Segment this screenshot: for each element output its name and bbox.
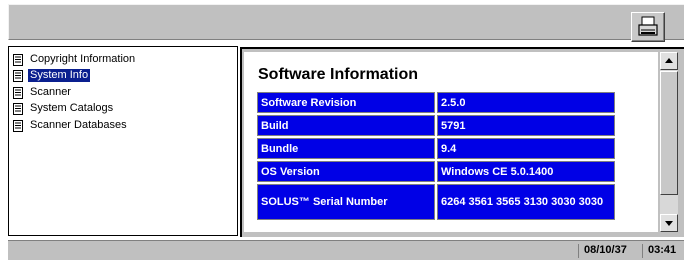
tree-item-scanner[interactable]: Scanner — [13, 86, 73, 99]
document-icon — [13, 69, 23, 82]
tree-item-copyright-information[interactable]: Copyright Information — [13, 53, 137, 66]
status-date: 08/10/37 — [584, 244, 627, 256]
software-info-table: Software Revision 2.5.0 Build 5791 Bundl… — [255, 90, 617, 222]
row-key: Software Revision — [257, 92, 435, 113]
table-row: Build 5791 — [257, 115, 615, 136]
status-separator — [578, 244, 579, 258]
tree-item-label: Scanner Databases — [30, 119, 127, 131]
status-time: 03:41 — [648, 244, 677, 256]
row-value: Windows CE 5.0.1400 — [437, 161, 615, 182]
printer-icon — [638, 16, 658, 36]
tree-item-label: System Catalogs — [30, 102, 114, 114]
section-title: Software Information — [258, 66, 419, 83]
vertical-scrollbar[interactable] — [660, 52, 678, 232]
tree-item-system-info[interactable]: System Info — [13, 69, 91, 82]
row-key: OS Version — [257, 161, 435, 182]
scroll-up-button[interactable] — [660, 52, 678, 70]
scroll-thumb[interactable] — [660, 71, 678, 195]
status-separator — [642, 244, 643, 258]
title-bar — [8, 4, 684, 42]
print-button[interactable] — [631, 12, 665, 42]
row-value: 5791 — [437, 115, 615, 136]
table-row: Bundle 9.4 — [257, 138, 615, 159]
arrow-up-icon — [665, 58, 673, 63]
document-icon — [13, 53, 23, 66]
table-row: Software Revision 2.5.0 — [257, 92, 615, 113]
row-key: SOLUS™ Serial Number — [257, 184, 435, 220]
document-icon — [13, 86, 23, 99]
row-key: Build — [257, 115, 435, 136]
row-value: 6264 3561 3565 3130 3030 3030 — [437, 184, 615, 220]
row-value: 2.5.0 — [437, 92, 615, 113]
content-scroll-area[interactable]: Software Information Software Revision 2… — [244, 52, 658, 232]
content-pane: Software Information Software Revision 2… — [240, 47, 684, 237]
navigation-tree: Copyright Information System Info Scanne… — [8, 46, 238, 236]
status-bar: 08/10/37 03:41 — [8, 240, 684, 260]
scroll-down-button[interactable] — [660, 214, 678, 232]
tree-item-label: Copyright Information — [30, 53, 136, 65]
tree-item-label: Scanner — [30, 86, 71, 98]
document-icon — [13, 119, 23, 132]
tree-item-system-catalogs[interactable]: System Catalogs — [13, 102, 115, 115]
document-icon — [13, 102, 23, 115]
tree-item-label: System Info — [28, 69, 91, 82]
row-key: Bundle — [257, 138, 435, 159]
tree-item-scanner-databases[interactable]: Scanner Databases — [13, 119, 129, 132]
table-row: OS Version Windows CE 5.0.1400 — [257, 161, 615, 182]
row-value: 9.4 — [437, 138, 615, 159]
table-row: SOLUS™ Serial Number 6264 3561 3565 3130… — [257, 184, 615, 220]
arrow-down-icon — [665, 221, 673, 226]
